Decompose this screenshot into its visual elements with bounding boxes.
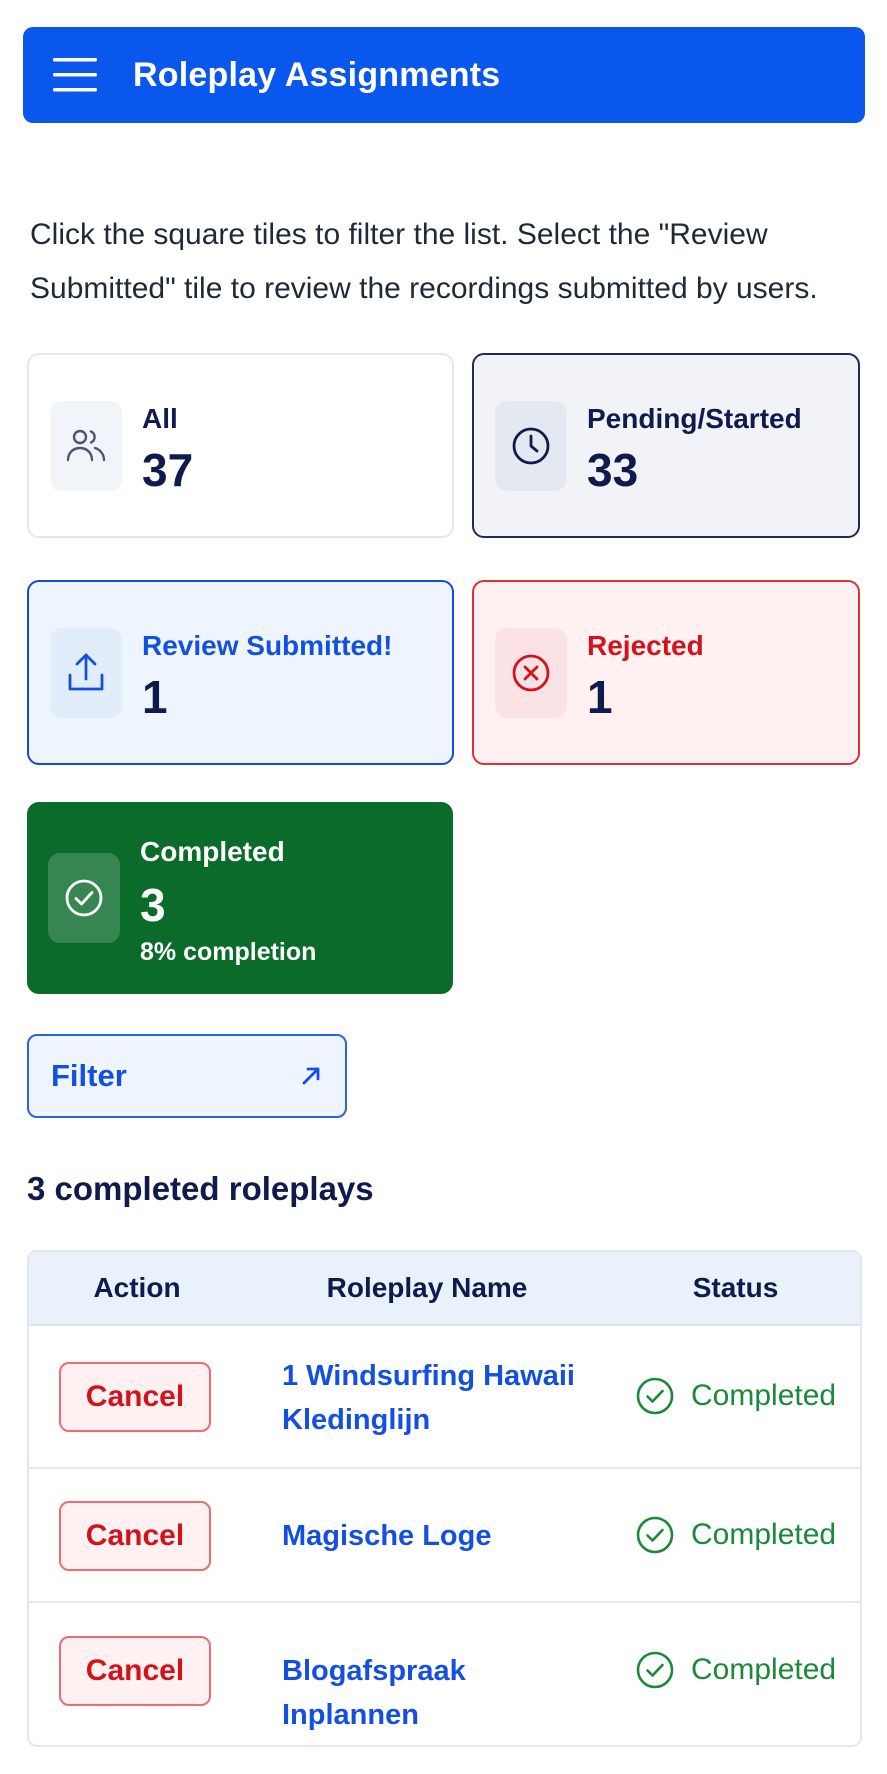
tile-rejected-label: Rejected bbox=[587, 630, 704, 661]
clock-icon bbox=[495, 401, 567, 491]
check-circle-icon bbox=[48, 853, 120, 943]
tile-completed-percentage: 8% completion bbox=[140, 938, 317, 966]
upload-icon bbox=[50, 628, 122, 718]
page-title: Roleplay Assignments bbox=[133, 56, 501, 94]
tile-review-label: Review Submitted! bbox=[142, 630, 393, 661]
table-header: Action Roleplay Name Status bbox=[29, 1252, 860, 1326]
tile-rejected[interactable]: Rejected 1 bbox=[472, 580, 860, 765]
roleplay-name-link[interactable]: Magische Loge bbox=[282, 1514, 602, 1558]
column-header-status: Status bbox=[692, 1272, 779, 1303]
tile-completed-count: 3 bbox=[140, 879, 166, 931]
roleplays-table: Action Roleplay Name Status Cancel 1 Win… bbox=[27, 1250, 862, 1747]
app-bar: Roleplay Assignments bbox=[23, 27, 865, 123]
column-header-action: Action bbox=[93, 1272, 181, 1303]
check-circle-icon bbox=[636, 1377, 674, 1415]
status-cell: Completed bbox=[635, 1515, 836, 1555]
check-circle-icon bbox=[636, 1651, 674, 1689]
status-cell: Completed bbox=[635, 1650, 836, 1690]
users-icon bbox=[50, 401, 122, 491]
roleplay-name-link[interactable]: 1 Windsurfing Hawaii Kledinglijn bbox=[282, 1354, 602, 1442]
roleplay-name-link[interactable]: Blogafspraak Inplannen bbox=[282, 1649, 602, 1737]
status-cell: Completed bbox=[635, 1376, 836, 1416]
tile-all-label: All bbox=[142, 403, 178, 434]
tile-pending-count: 33 bbox=[587, 444, 639, 496]
cancel-button[interactable]: Cancel bbox=[59, 1362, 211, 1432]
tile-all-count: 37 bbox=[142, 444, 194, 496]
check-circle-icon bbox=[636, 1516, 674, 1554]
tile-completed[interactable]: Completed 3 8% completion bbox=[27, 802, 453, 994]
tile-rejected-count: 1 bbox=[587, 671, 613, 723]
tile-pending-started[interactable]: Pending/Started 33 bbox=[472, 353, 860, 538]
instructions-text: Click the square tiles to filter the lis… bbox=[30, 218, 818, 305]
table-row: Cancel 1 Windsurfing Hawaii Kledinglijn … bbox=[29, 1326, 860, 1469]
status-text: Completed bbox=[691, 1379, 837, 1412]
filter-button-label: Filter bbox=[51, 1058, 127, 1093]
cancel-button[interactable]: Cancel bbox=[59, 1636, 211, 1706]
column-header-roleplay-name: Roleplay Name bbox=[326, 1272, 528, 1303]
list-title: 3 completed roleplays bbox=[27, 1170, 374, 1207]
tile-review-count: 1 bbox=[142, 671, 168, 723]
table-row: Cancel Blogafspraak Inplannen Completed bbox=[29, 1603, 860, 1745]
tile-completed-label: Completed bbox=[140, 836, 285, 867]
table-row: Cancel Magische Loge Completed bbox=[29, 1469, 860, 1603]
tile-review-submitted[interactable]: Review Submitted! 1 bbox=[27, 580, 454, 765]
cancel-button[interactable]: Cancel bbox=[59, 1501, 211, 1571]
x-circle-icon bbox=[495, 628, 567, 718]
filter-button[interactable]: Filter bbox=[27, 1034, 347, 1118]
status-text: Completed bbox=[691, 1653, 837, 1686]
status-text: Completed bbox=[691, 1518, 837, 1551]
arrow-up-right-icon bbox=[299, 1064, 323, 1093]
tile-all[interactable]: All 37 bbox=[27, 353, 454, 538]
hamburger-menu-icon[interactable] bbox=[51, 53, 99, 97]
tile-pending-label: Pending/Started bbox=[587, 403, 802, 434]
